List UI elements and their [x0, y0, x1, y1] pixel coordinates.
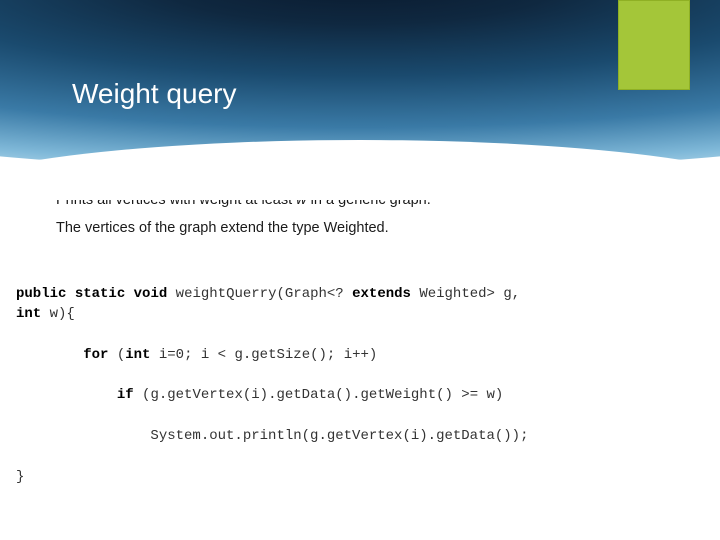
code-line — [16, 325, 680, 345]
keyword: int — [125, 347, 150, 363]
code-text: Weighted> g, — [411, 286, 520, 302]
code-indent — [16, 347, 83, 363]
description-line-2: The vertices of the graph extend the typ… — [56, 220, 680, 236]
slide-title: Weight query — [72, 78, 236, 110]
code-line — [16, 406, 680, 426]
keyword: public — [16, 286, 66, 302]
accent-block — [618, 0, 690, 90]
code-text: w){ — [41, 306, 75, 322]
keyword: for — [83, 347, 108, 363]
keyword: if — [117, 387, 134, 403]
desc-text: The vertices of the graph extend the typ… — [56, 220, 324, 236]
desc-type: Weighted. — [324, 220, 389, 236]
code-indent — [16, 387, 117, 403]
code-line: } — [16, 467, 680, 487]
keyword: void — [134, 286, 168, 302]
keyword: int — [16, 306, 41, 322]
code-line: int w){ — [16, 304, 680, 324]
keyword: extends — [352, 286, 411, 302]
code-line — [16, 446, 680, 466]
code-text: (g.getVertex(i).getData().getWeight() >=… — [134, 387, 504, 403]
code-line: if (g.getVertex(i).getData().getWeight()… — [16, 385, 680, 405]
code-text: ( — [108, 347, 125, 363]
slide-content: Prints all vertices with weight at least… — [56, 192, 680, 487]
keyword: static — [75, 286, 125, 302]
code-line: public static void weightQuerry(Graph<? … — [16, 284, 680, 304]
code-line — [16, 365, 680, 385]
code-line: for (int i=0; i < g.getSize(); i++) — [16, 345, 680, 365]
code-line: System.out.println(g.getVertex(i).getDat… — [16, 426, 680, 446]
code-block: public static void weightQuerry(Graph<? … — [16, 284, 680, 487]
code-text: weightQuerry(Graph<? — [167, 286, 352, 302]
code-text: i=0; i < g.getSize(); i++) — [150, 347, 377, 363]
